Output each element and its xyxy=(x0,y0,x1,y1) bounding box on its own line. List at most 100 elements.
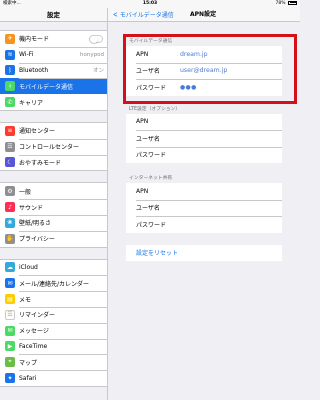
bluetooth-icon: ᛒ xyxy=(5,65,15,76)
settings-sidebar: 設定 ✈ 機内モード ≋ Wi-Fi honypod ᛒ Bluetooth オン ᚼ モバイルデ… xyxy=(0,8,108,400)
sidebar-item-cloud[interactable]: ☁ iCloud xyxy=(0,260,107,276)
airplane-mode-toggle[interactable] xyxy=(89,34,103,44)
lte-group: APN ユーザ名 パスワード xyxy=(126,113,282,164)
lte-apn-label: APN xyxy=(136,118,149,126)
mobile-data-group: APN dream.jp ユーザ名 user@dream.jp パスワード ●●… xyxy=(126,46,282,96)
sidebar-item-label: Wi-Fi xyxy=(19,51,34,59)
battery-status: 78% xyxy=(276,0,297,8)
password-field[interactable]: ●●● xyxy=(180,84,197,91)
speaker-icon: ♪ xyxy=(5,202,15,213)
navigation-bar: < モバイルデータ通信 APN設定 xyxy=(108,8,300,22)
hand-icon: ✋ xyxy=(5,233,15,244)
sidebar-item-hand[interactable]: ✋ プライバシー xyxy=(0,230,107,247)
sidebar-item-label: サウンド xyxy=(19,204,44,212)
username-row[interactable]: ユーザ名 user@dream.jp xyxy=(126,62,282,80)
sidebar-item-messages[interactable]: ✉ メッセージ xyxy=(0,322,107,339)
sidebar-item-label: 一般 xyxy=(19,188,32,196)
sidebar-item-label: 機内モード xyxy=(19,36,50,44)
sidebar-item-label: Bluetooth xyxy=(19,66,49,74)
cloud-icon: ☁ xyxy=(5,262,15,273)
sidebar-item-label: モバイルデータ通信 xyxy=(19,83,74,91)
battery-percent: 78% xyxy=(275,1,286,6)
moon-icon: ☾ xyxy=(5,157,15,168)
apn-row[interactable]: APN dream.jp xyxy=(126,46,282,63)
sidebar-item-label: 通知センター xyxy=(19,128,56,136)
page-title: APN設定 xyxy=(190,11,217,18)
maps-icon: ⌖ xyxy=(5,357,15,368)
sidebar-item-notes[interactable]: ▤ メモ xyxy=(0,291,107,307)
back-button[interactable]: < モバイルデータ通信 xyxy=(112,8,174,23)
sidebar-item-antenna[interactable]: ᚼ モバイルデータ通信 xyxy=(0,78,107,95)
clock: 15:03 xyxy=(142,1,158,6)
sidebar-item-value: honypod xyxy=(80,51,104,58)
lte-password-row[interactable]: パスワード xyxy=(126,146,282,164)
sidebar-item-gear[interactable]: ⚙ 一般 xyxy=(0,183,107,199)
section-header-tethering: インターネット共有 xyxy=(129,176,173,181)
sidebar-item-label: リマインダー xyxy=(19,312,56,320)
tethering-apn-row[interactable]: APN xyxy=(126,183,282,200)
sidebar-item-speaker[interactable]: ♪ サウンド xyxy=(0,199,107,215)
sidebar-item-reminders[interactable]: ☰ リマインダー xyxy=(0,306,107,323)
lte-username-row[interactable]: ユーザ名 xyxy=(126,130,282,147)
password-row[interactable]: パスワード ●●● xyxy=(126,79,282,96)
tethering-group: APN ユーザ名 パスワード xyxy=(126,183,282,233)
sidebar-item-wifi[interactable]: ≋ Wi-Fi honypod xyxy=(0,46,107,63)
safari-icon: ✦ xyxy=(5,373,15,384)
sidebar-item-value: オン xyxy=(92,68,104,75)
sidebar-item-moon[interactable]: ☾ おやすみモード xyxy=(0,154,107,171)
sidebar-item-label: FaceTime xyxy=(19,342,48,350)
tethering-password-row[interactable]: パスワード xyxy=(126,216,282,233)
facetime-icon: ▶ xyxy=(5,341,15,352)
control-center-icon: ☰ xyxy=(5,141,15,152)
notes-icon: ▤ xyxy=(5,294,15,305)
sidebar-item-facetime[interactable]: ▶ FaceTime xyxy=(0,338,107,355)
gear-icon: ⚙ xyxy=(5,186,15,197)
reset-settings-button[interactable]: 設定をリセット xyxy=(126,245,282,262)
apn-field[interactable]: dream.jp xyxy=(180,51,208,58)
sidebar-item-notification-center[interactable]: ≡ 通知センター xyxy=(0,123,107,139)
sidebar-item-control-center[interactable]: ☰ コントロールセンター xyxy=(0,138,107,155)
sidebar-item-maps[interactable]: ⌖ マップ xyxy=(0,354,107,370)
sidebar-item-phone[interactable]: ✆ キャリア xyxy=(0,94,107,110)
tethering-username-label: ユーザ名 xyxy=(136,205,160,213)
chevron-left-icon: < xyxy=(113,10,118,19)
username-label: ユーザ名 xyxy=(136,68,160,76)
sidebar-item-safari[interactable]: ✦ Safari xyxy=(0,370,107,386)
sidebar-item-label: プライバシー xyxy=(19,236,55,244)
sidebar-item-label: Safari xyxy=(19,374,37,382)
wifi-icon: ≋ xyxy=(5,49,15,60)
tethering-apn-label: APN xyxy=(136,187,149,195)
sidebar-item-airplane[interactable]: ✈ 機内モード xyxy=(0,31,107,47)
apn-label: APN xyxy=(136,50,149,58)
lte-apn-row[interactable]: APN xyxy=(126,114,282,131)
notification-center-icon: ≡ xyxy=(5,125,15,136)
reminders-icon: ☰ xyxy=(5,309,15,320)
tethering-password-label: パスワード xyxy=(136,221,167,229)
antenna-icon: ᚼ xyxy=(5,81,15,92)
section-header-mobile-data: モバイルデータ通信 xyxy=(129,39,173,44)
sidebar-group-apps: ☁ iCloud ✉ メール/連絡先/カレンダー ▤ メモ ☰ リマインダー ✉ メッセージ ▶ Fa… xyxy=(0,258,107,387)
sidebar-item-label: メッセージ xyxy=(19,328,49,336)
phone-icon: ✆ xyxy=(5,97,15,108)
battery-icon xyxy=(288,0,297,5)
sidebar-item-bluetooth[interactable]: ᛒ Bluetooth オン xyxy=(0,62,107,79)
apn-settings-panel: < モバイルデータ通信 APN設定 モバイルデータ通信 APN dream.jp … xyxy=(108,8,300,400)
sidebar-item-wallpaper[interactable]: ❀ 壁紙/明るさ xyxy=(0,214,107,231)
sidebar-item-label: キャリア xyxy=(19,99,44,107)
lte-password-label: パスワード xyxy=(136,152,167,160)
reset-settings-label: 設定をリセット xyxy=(136,250,179,258)
tethering-username-row[interactable]: ユーザ名 xyxy=(126,199,282,217)
username-field[interactable]: user@dream.jp xyxy=(180,67,227,74)
sidebar-group-connectivity: ✈ 機内モード ≋ Wi-Fi honypod ᛒ Bluetooth オン ᚼ モバイルデータ通… xyxy=(0,30,107,111)
sidebar-item-mail[interactable]: ✉ メール/連絡先/カレンダー xyxy=(0,275,107,291)
back-button-label: モバイルデータ通信 xyxy=(119,12,174,19)
status-bar: 検索中... 15:03 78% xyxy=(0,0,300,8)
mail-icon: ✉ xyxy=(5,278,15,289)
sidebar-item-label: メモ xyxy=(19,296,32,304)
wallpaper-icon: ❀ xyxy=(5,217,15,228)
sidebar-item-label: iCloud xyxy=(19,263,38,271)
